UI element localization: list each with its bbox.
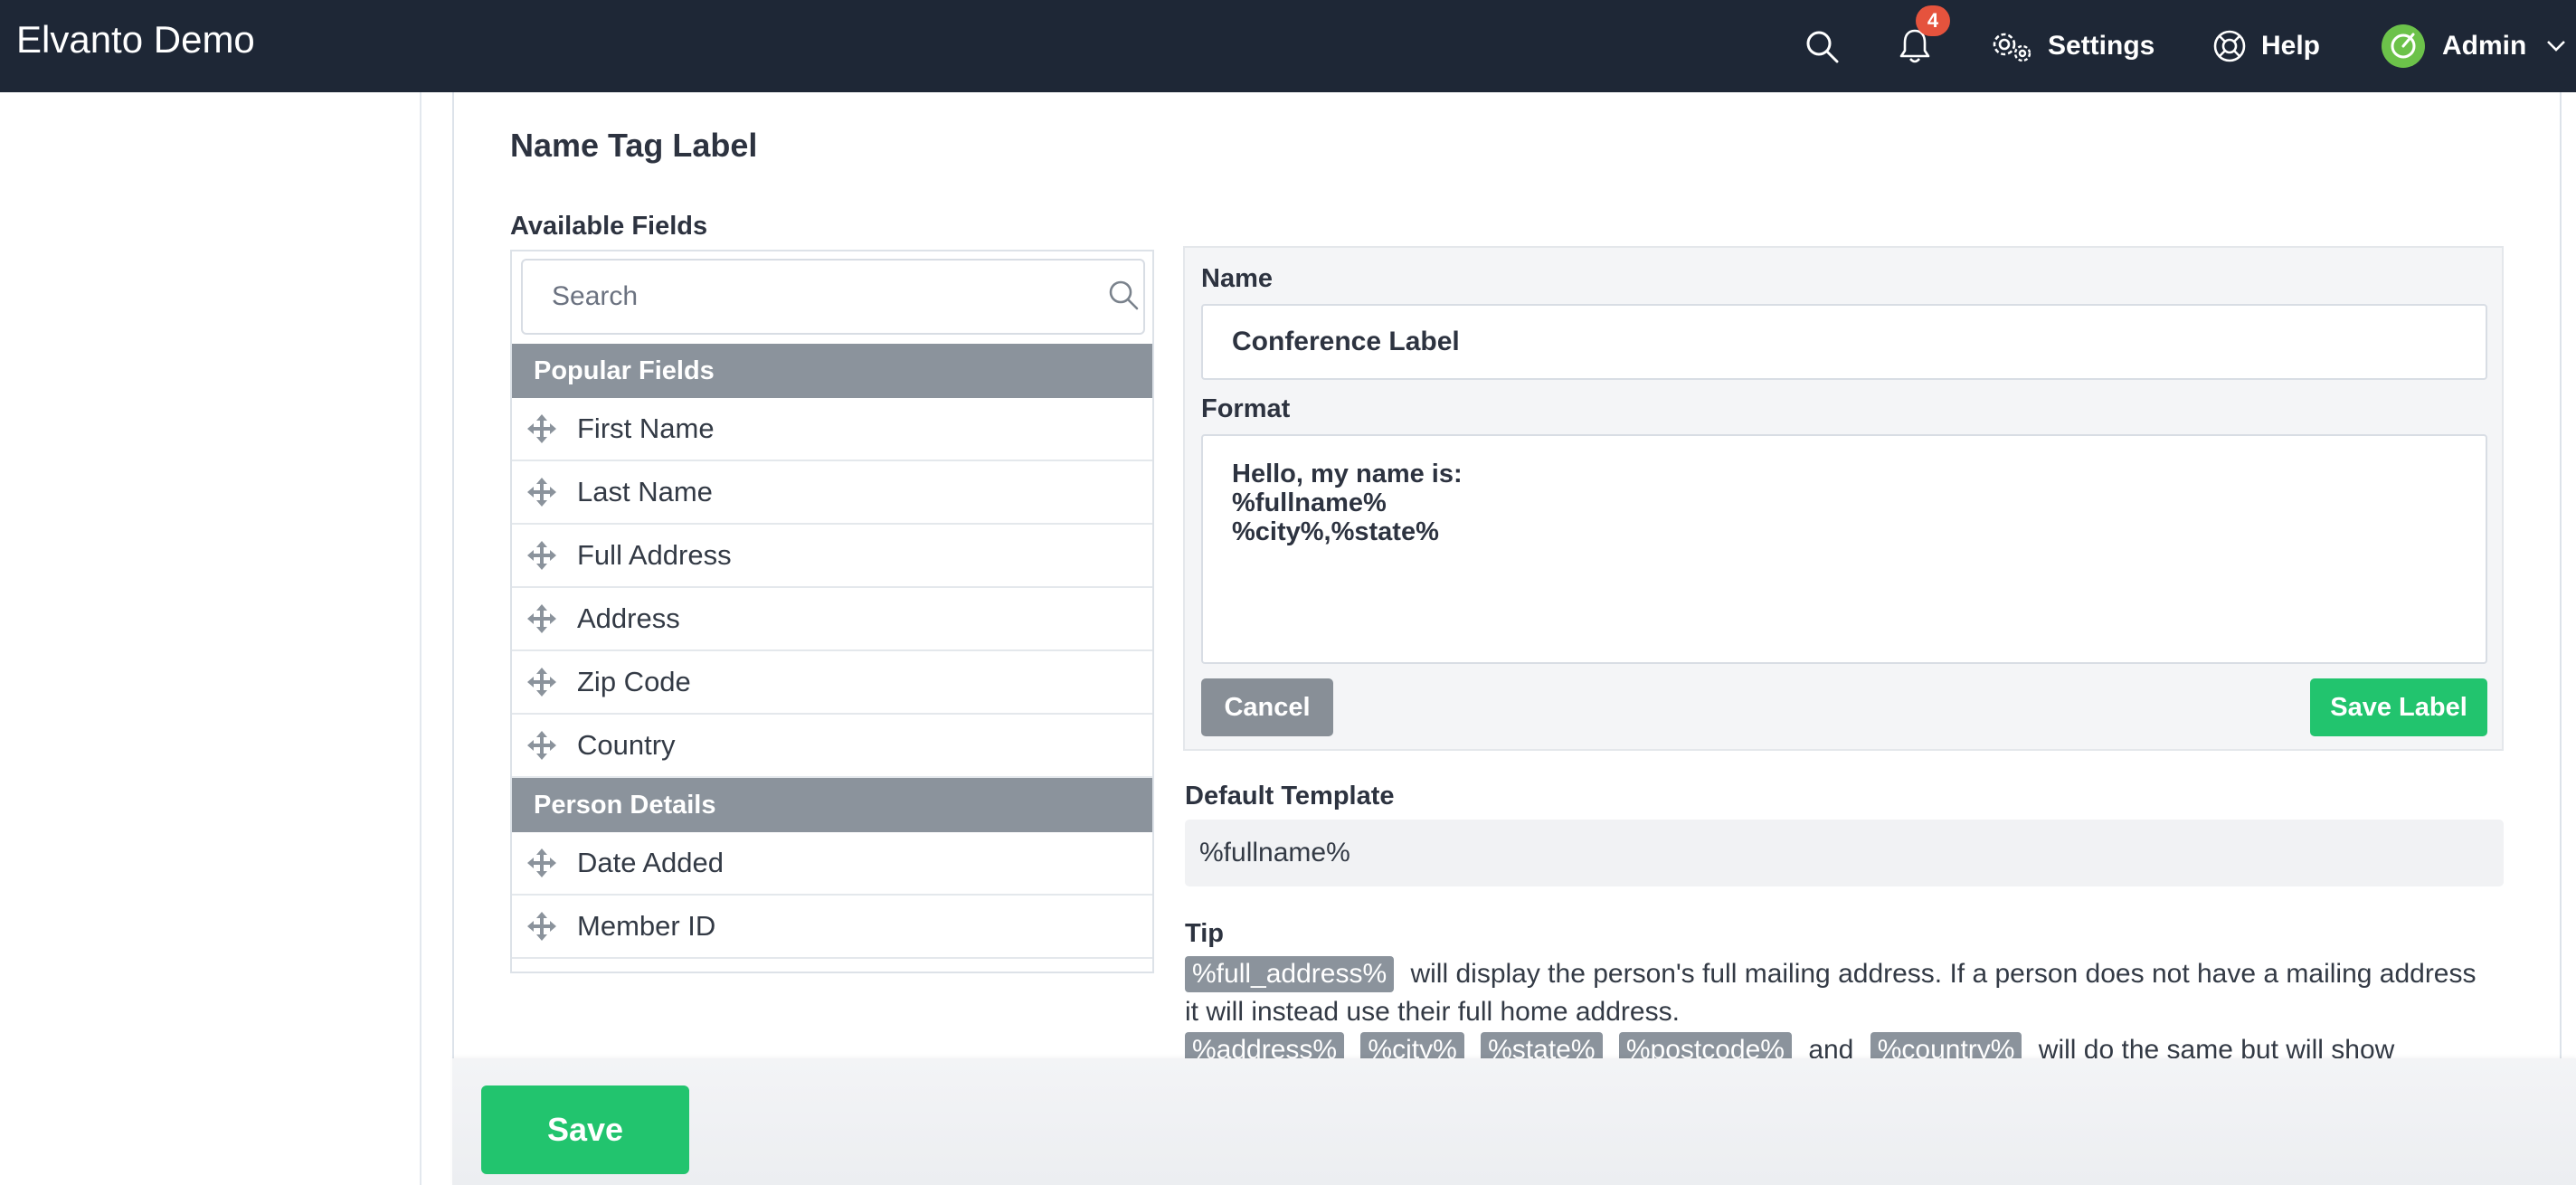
format-label: Format (1201, 394, 1291, 423)
group-header-popular-fields: Popular Fields (512, 344, 1152, 398)
field-item-date-added[interactable]: Date Added (512, 832, 1152, 896)
field-item-label: Country (577, 729, 676, 761)
label-form: Name Format Hello, my name is: %fullname… (1183, 246, 2504, 751)
move-icon[interactable] (526, 667, 557, 697)
field-item-first-name[interactable]: First Name (512, 398, 1152, 461)
gears-icon (1993, 33, 2031, 62)
help-label: Help (2261, 31, 2321, 61)
tip-label: Tip (1185, 919, 1224, 948)
field-item-label: Full Address (577, 539, 732, 571)
field-item-label: Last Name (577, 476, 713, 507)
move-icon[interactable] (526, 540, 557, 571)
tag-full-address: %full_address% (1185, 956, 1395, 992)
field-search-input[interactable] (523, 261, 1084, 333)
field-item-full-address[interactable]: Full Address (512, 525, 1152, 588)
move-icon[interactable] (526, 603, 557, 634)
user-menu[interactable]: Admin (2381, 0, 2566, 92)
group-header-person-details: Person Details (512, 778, 1152, 832)
available-fields-label: Available Fields (510, 212, 708, 241)
name-input[interactable] (1201, 304, 2487, 380)
field-item-last-name[interactable]: Last Name (512, 461, 1152, 525)
panel-right-border (2560, 92, 2562, 1058)
default-template-value: %fullname% (1185, 820, 2504, 886)
field-item-label: Member ID (577, 910, 716, 942)
field-item-label: Zip Code (577, 666, 691, 697)
search-icon (1806, 31, 1839, 63)
move-icon[interactable] (526, 413, 557, 444)
move-icon[interactable] (526, 730, 557, 761)
cancel-button[interactable]: Cancel (1201, 678, 1333, 736)
lifebuoy-icon (2213, 30, 2246, 62)
footer-bar (452, 1058, 2576, 1185)
settings-label: Settings (2048, 31, 2155, 61)
field-item-zip-code[interactable]: Zip Code (512, 651, 1152, 715)
move-icon[interactable] (526, 477, 557, 507)
sidebar-divider (420, 92, 421, 1185)
save-label-button[interactable]: Save Label (2310, 678, 2487, 736)
move-icon[interactable] (526, 848, 557, 878)
save-button[interactable]: Save (481, 1085, 689, 1174)
brand-title[interactable]: Elvanto Demo (16, 18, 255, 62)
panel-left-border (452, 92, 454, 1058)
chevron-down-icon (2547, 41, 2566, 52)
user-name: Admin (2442, 31, 2527, 61)
field-item-label: Date Added (577, 847, 724, 878)
available-fields-list[interactable]: Popular Fields First Name Last Name Full… (510, 250, 1154, 973)
notification-count-badge: 4 (1916, 5, 1950, 36)
field-item-label: First Name (577, 412, 715, 444)
avatar (2382, 24, 2425, 68)
field-search (521, 259, 1145, 335)
help-button[interactable]: Help (2212, 0, 2320, 92)
format-textarea[interactable]: Hello, my name is: %fullname% %city%,%st… (1201, 434, 2487, 664)
default-template-label: Default Template (1185, 782, 1395, 811)
move-icon[interactable] (526, 911, 557, 942)
field-item-country[interactable]: Country (512, 715, 1152, 778)
settings-button[interactable]: Settings (1990, 0, 2155, 92)
tip-text: %full_address% will display the person's… (1185, 955, 2496, 1069)
field-item-member-id[interactable]: Member ID (512, 896, 1152, 959)
search-icon[interactable] (1107, 279, 1140, 311)
top-navigation-bar: Elvanto Demo 4 Settings Help Admin (0, 0, 2576, 92)
search-button[interactable] (1804, 0, 1840, 92)
name-label: Name (1201, 264, 1273, 293)
field-item-label: Address (577, 602, 680, 634)
page-title: Name Tag Label (510, 127, 758, 164)
field-item-address[interactable]: Address (512, 588, 1152, 651)
